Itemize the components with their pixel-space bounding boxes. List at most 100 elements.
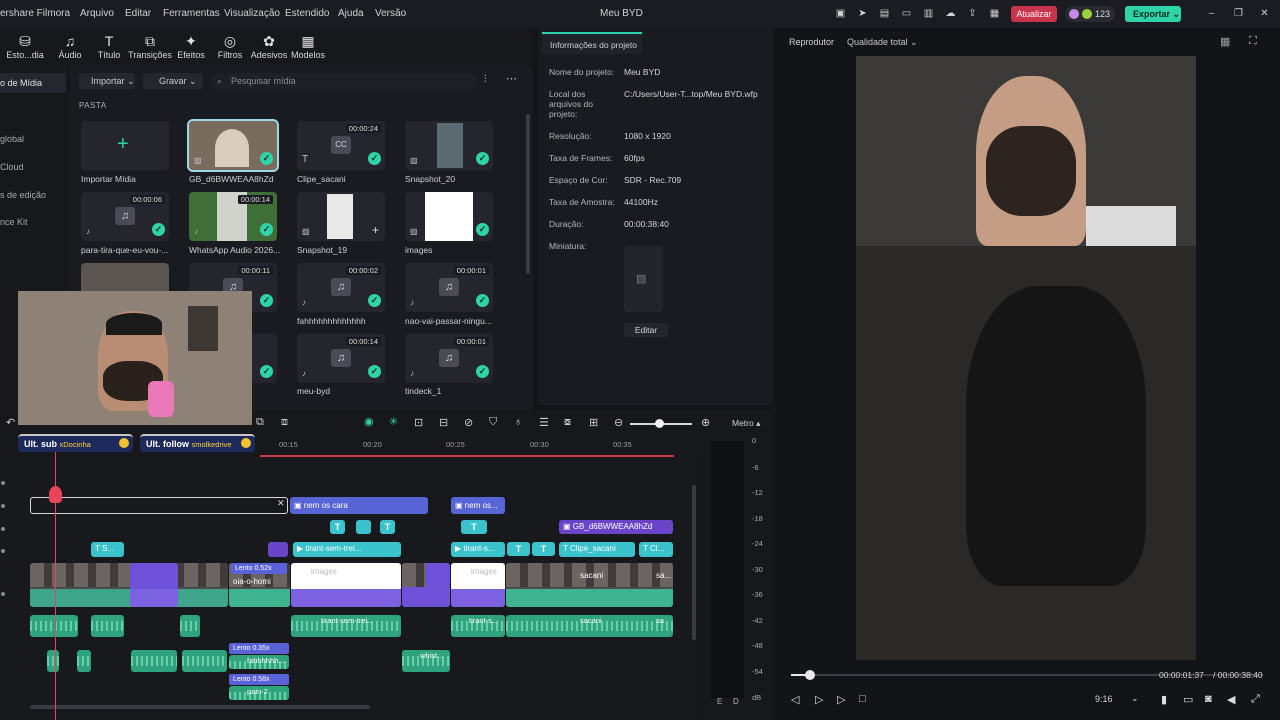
speed-badge[interactable]: Lento 0.58x bbox=[229, 674, 289, 685]
audio-clip[interactable] bbox=[30, 615, 78, 637]
timeline-tracks[interactable]: ✕ ▣ nem os cara ▣ nem os... T T T ▣ GB_d… bbox=[0, 457, 700, 720]
cloud-icon[interactable]: ☁ bbox=[945, 8, 956, 19]
audio-clip[interactable]: whist... bbox=[402, 650, 450, 672]
mic-icon[interactable]: ♁ bbox=[514, 416, 522, 428]
more-icon[interactable]: ⋯ bbox=[506, 72, 517, 85]
media-item-fahhh[interactable]: 00:00:02 ♫ ♪ ✓ bbox=[297, 263, 385, 312]
image-clip[interactable]: images bbox=[291, 563, 401, 607]
fullscreen-icon[interactable]: ⤢ bbox=[1251, 693, 1260, 706]
audio-clip[interactable] bbox=[77, 650, 91, 672]
track-visibility-icon[interactable] bbox=[1, 481, 5, 485]
media-item-snapshot-19[interactable]: ▨ + bbox=[297, 192, 385, 241]
text-clip[interactable] bbox=[356, 520, 371, 534]
video-clip[interactable] bbox=[130, 563, 178, 607]
media-item-meu-byd[interactable]: 00:00:14 ♫ ♪ ✓ bbox=[297, 334, 385, 383]
text-clip[interactable]: T bbox=[532, 542, 555, 556]
video-clip[interactable] bbox=[30, 563, 228, 607]
monitor-icon[interactable]: ▭ bbox=[901, 8, 912, 19]
text-clip[interactable]: T Cl... bbox=[639, 542, 673, 557]
sidebar-item-project-media[interactable]: o de Mídia bbox=[0, 73, 66, 93]
title-clip[interactable]: ▣ nem os cara bbox=[290, 497, 428, 514]
close-icon[interactable]: ✕ bbox=[277, 498, 285, 509]
zoom-handle[interactable] bbox=[655, 419, 664, 428]
text-clip[interactable]: T bbox=[330, 520, 345, 534]
marker-icon[interactable]: ▮ bbox=[1161, 693, 1167, 706]
minimize-icon[interactable]: – bbox=[1206, 8, 1217, 19]
tool-effects[interactable]: ✦ Efeitos bbox=[169, 32, 213, 60]
prev-frame-icon[interactable]: ◁ bbox=[791, 693, 799, 706]
save-icon[interactable]: ▥ bbox=[923, 8, 934, 19]
credits-badge[interactable]: 123 bbox=[1065, 6, 1115, 22]
sidebar-item-cloud[interactable]: Cloud bbox=[0, 162, 24, 172]
import-media-card[interactable]: + bbox=[81, 121, 169, 170]
monitor-icon[interactable]: ▭ bbox=[1183, 693, 1193, 706]
chevron-down-icon[interactable]: ⌄ bbox=[1131, 693, 1139, 704]
search-input[interactable]: ⌕ Pesquisar mídia bbox=[213, 73, 475, 89]
undo-icon[interactable]: ↶ bbox=[6, 416, 15, 429]
magnet-icon[interactable]: ◉ bbox=[364, 415, 374, 428]
menu-editar[interactable]: Editar bbox=[125, 8, 151, 19]
audio-clip[interactable]: sacani sa bbox=[506, 615, 673, 637]
menu-ferramentas[interactable]: Ferramentas bbox=[163, 8, 220, 19]
scene-icon[interactable]: ⊟ bbox=[439, 416, 448, 429]
grid-view-icon[interactable]: ▦ bbox=[1220, 35, 1230, 48]
text-clip[interactable]: T bbox=[507, 542, 530, 556]
send-icon[interactable]: ➤ bbox=[857, 8, 868, 19]
audio-clip[interactable]: tirant-s... bbox=[451, 615, 505, 637]
tool-templates[interactable]: ▦ Modelos bbox=[286, 32, 330, 60]
volume-icon[interactable]: ◀ bbox=[1227, 693, 1235, 706]
split-icon[interactable]: ⊞ bbox=[589, 416, 598, 429]
list-icon[interactable]: ☰ bbox=[539, 416, 549, 429]
video-clip[interactable]: Lento 0.52x oia-o-homi bbox=[229, 563, 290, 607]
media-item-whatsapp-audio[interactable]: 00:00:14 ♪ ✓ bbox=[189, 192, 277, 241]
menu-estendido[interactable]: Estendido bbox=[285, 8, 329, 19]
quality-dropdown[interactable]: Qualidade total ⌄ bbox=[847, 37, 918, 48]
tool-audio[interactable]: ♫ Áudio bbox=[48, 32, 92, 60]
restore-icon[interactable]: ❐ bbox=[1233, 8, 1244, 19]
audio-clip[interactable] bbox=[91, 615, 124, 637]
meter-dropdown[interactable]: Metro ▴ bbox=[732, 418, 760, 429]
menu-visualizacao[interactable]: Visualização bbox=[224, 8, 280, 19]
menu-arquivo[interactable]: Arquivo bbox=[80, 8, 114, 19]
crop-icon[interactable]: ⧉ bbox=[256, 416, 264, 429]
gift-icon[interactable]: ▣ bbox=[835, 8, 846, 19]
ai-icon[interactable]: ⊡ bbox=[414, 416, 423, 429]
tool-title[interactable]: T Título bbox=[87, 32, 131, 60]
aspect-dropdown[interactable]: 9:16 bbox=[1095, 694, 1113, 704]
media-item-nao-vai[interactable]: 00:00:01 ♫ ♪ ✓ bbox=[405, 263, 493, 312]
track-visibility-icon[interactable] bbox=[1, 549, 5, 553]
media-item-gb[interactable]: ▨ ✓ bbox=[187, 119, 279, 172]
video-clip[interactable] bbox=[402, 563, 450, 607]
snap-icon[interactable]: ✳ bbox=[389, 415, 398, 428]
filter-icon[interactable]: ⫶ bbox=[484, 74, 487, 85]
playhead-handle[interactable] bbox=[49, 486, 62, 503]
text-clip[interactable]: ▶ tirant-sem-trei... bbox=[293, 542, 401, 557]
track-visibility-icon[interactable] bbox=[1, 504, 5, 508]
media-scrollbar[interactable] bbox=[526, 114, 530, 274]
image-icon[interactable]: ▤ bbox=[879, 8, 890, 19]
menu-versao[interactable]: Versão bbox=[375, 8, 406, 19]
horizontal-scrollbar[interactable] bbox=[30, 705, 370, 709]
play-icon[interactable]: ▷ bbox=[837, 693, 845, 706]
media-item-tindeck[interactable]: 00:00:01 ♫ ♪ ✓ bbox=[405, 334, 493, 383]
zoom-in-icon[interactable]: ⊕ bbox=[701, 416, 710, 429]
audio-clip[interactable]: fahhhhhh... bbox=[229, 655, 289, 669]
progress-handle[interactable] bbox=[804, 670, 815, 680]
text-clip[interactable]: ▶ tirant-s... bbox=[451, 542, 505, 557]
media-item-para-tira[interactable]: 00:00:06 ♫ ♪ ✓ bbox=[81, 192, 169, 241]
audio-clip[interactable] bbox=[47, 650, 59, 672]
text-clip[interactable]: T bbox=[380, 520, 395, 534]
replace-icon[interactable]: ⧇ bbox=[564, 416, 571, 429]
audio-clip[interactable] bbox=[182, 650, 227, 672]
layers-icon[interactable]: ⧈ bbox=[281, 416, 288, 429]
audio-clip[interactable] bbox=[131, 650, 177, 672]
screenshot-icon[interactable]: ⛶ bbox=[1249, 35, 1257, 48]
vertical-scrollbar[interactable] bbox=[692, 485, 696, 640]
selected-empty-clip[interactable] bbox=[30, 497, 288, 514]
menu-ajuda[interactable]: Ajuda bbox=[338, 8, 364, 19]
upgrade-button[interactable]: Atualizar bbox=[1011, 6, 1057, 22]
text-clip[interactable]: T bbox=[461, 520, 487, 534]
sidebar-item-global[interactable]: global bbox=[0, 134, 24, 144]
upload-icon[interactable]: ⇪ bbox=[967, 8, 978, 19]
close-icon[interactable]: ✕ bbox=[1259, 8, 1270, 19]
